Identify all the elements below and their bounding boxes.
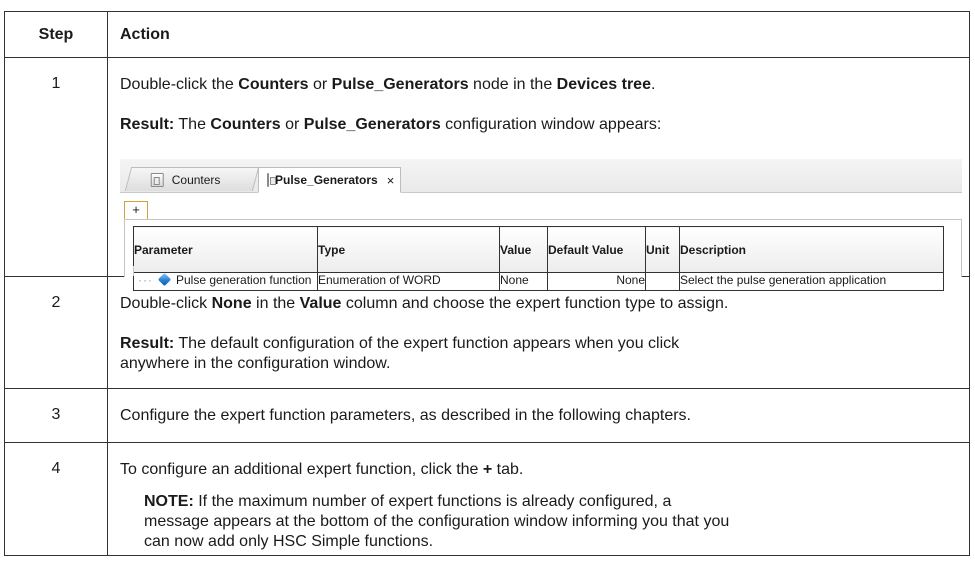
table-row[interactable]: ··· Pulse generation function Enumeration…: [133, 272, 944, 291]
default-value-cell: None: [547, 272, 646, 291]
ui-term: Pulse_Generators: [303, 116, 441, 133]
text-run: To configure an additional expert functi…: [120, 461, 483, 478]
column-header-description[interactable]: Description: [679, 226, 944, 273]
step-action: Double-click None in the Value column an…: [107, 276, 970, 389]
grid-edge: [133, 266, 134, 276]
text-run: Double-click: [120, 295, 212, 312]
add-function-tab[interactable]: +: [124, 201, 148, 219]
ui-term: Counters: [238, 76, 309, 93]
step-action: Double-click the Counters or Pulse_Gener…: [107, 57, 970, 291]
instruction-text: Double-click the Counters or Pulse_Gener…: [120, 75, 957, 95]
procedure-table: Step Action 1 Double-click the Counters …: [4, 11, 970, 556]
result-text: Result: The default configuration of the…: [120, 334, 957, 374]
text-run: can now add only HSC Simple functions.: [144, 533, 434, 550]
text-run: configuration window appears:: [440, 116, 662, 133]
column-header-value[interactable]: Value: [499, 226, 548, 273]
text-run: in the: [251, 295, 300, 312]
text-run: .: [650, 76, 656, 93]
note-text: NOTE: If the maximum number of expert fu…: [144, 492, 957, 552]
ui-term: +: [482, 461, 493, 478]
tree-connector: ···: [138, 273, 153, 288]
column-header-parameter[interactable]: Parameter: [133, 226, 318, 273]
device-icon: [150, 172, 164, 187]
text-run: If the maximum number of expert function…: [193, 493, 672, 510]
device-icon: [267, 173, 276, 187]
text-run: column and choose the expert function ty…: [341, 295, 729, 312]
unit-cell: [645, 272, 680, 291]
result-label: Result:: [120, 335, 175, 352]
text-run: message appears at the bottom of the con…: [144, 513, 730, 530]
grid-header-row: Parameter Type Value Default Value Unit …: [133, 226, 944, 273]
text-run: Double-click the: [120, 76, 239, 93]
tab-pulse-generators[interactable]: Pulse_Generators ×: [258, 167, 401, 193]
tab-counters[interactable]: Counters: [124, 167, 260, 191]
text-run: The default configuration of the expert …: [174, 335, 680, 352]
tab-label: Pulse_Generators: [275, 173, 378, 187]
tab-label: Counters: [171, 172, 221, 187]
instruction-text: Double-click None in the Value column an…: [120, 294, 957, 314]
step-action: Configure the expert function parameters…: [107, 388, 970, 443]
tab-counters-content: Counters: [137, 172, 221, 187]
parameter-panel: Parameter Type Value Default Value Unit …: [124, 219, 962, 291]
column-header-default-value[interactable]: Default Value: [547, 226, 646, 273]
action-column-header: Action: [107, 11, 970, 58]
step-number: 1: [4, 57, 108, 277]
text-run: or: [280, 116, 304, 133]
description-cell: Select the pulse generation application: [679, 272, 944, 291]
table-header-row: Step Action: [4, 11, 970, 58]
close-icon[interactable]: ×: [387, 173, 395, 188]
note-label: NOTE:: [144, 493, 194, 510]
ui-term: Counters: [210, 116, 281, 133]
step-action: To configure an additional expert functi…: [107, 442, 970, 556]
result-text: Result: The Counters or Pulse_Generators…: [120, 115, 957, 135]
text-run: or: [308, 76, 332, 93]
column-header-unit[interactable]: Unit: [645, 226, 680, 273]
type-cell: Enumeration of WORD: [317, 272, 500, 291]
ui-term: Pulse_Generators: [331, 76, 469, 93]
table-row: 1 Double-click the Counters or Pulse_Gen…: [4, 57, 970, 291]
configuration-window-screenshot: Counters Pulse_Generators × + Parameter …: [120, 159, 962, 291]
ui-term: Value: [299, 295, 342, 312]
result-label: Result:: [120, 116, 175, 133]
text-run: node in the: [468, 76, 557, 93]
step-number: 2: [4, 276, 108, 389]
step-number: 4: [4, 442, 108, 556]
column-header-type[interactable]: Type: [317, 226, 500, 273]
parameter-grid: Parameter Type Value Default Value Unit …: [133, 226, 944, 291]
table-row: 4 To configure an additional expert func…: [4, 442, 970, 556]
step-column-header: Step: [4, 11, 108, 58]
text-run: The: [174, 116, 211, 133]
value-cell[interactable]: None: [499, 272, 548, 291]
text-run: anywhere in the configuration window.: [120, 355, 391, 372]
ui-term: None: [211, 295, 252, 312]
parameter-name: Pulse generation function: [176, 273, 312, 288]
ui-term: Devices tree: [556, 76, 651, 93]
instruction-text: To configure an additional expert functi…: [120, 460, 957, 480]
table-row: 3 Configure the expert function paramete…: [4, 388, 970, 443]
table-row: 2 Double-click None in the Value column …: [4, 276, 970, 389]
text-run: tab.: [492, 461, 524, 478]
parameter-icon: [157, 273, 172, 287]
parameter-cell: ··· Pulse generation function: [133, 272, 318, 291]
instruction-text: Configure the expert function parameters…: [120, 407, 691, 424]
step-number: 3: [4, 388, 108, 443]
